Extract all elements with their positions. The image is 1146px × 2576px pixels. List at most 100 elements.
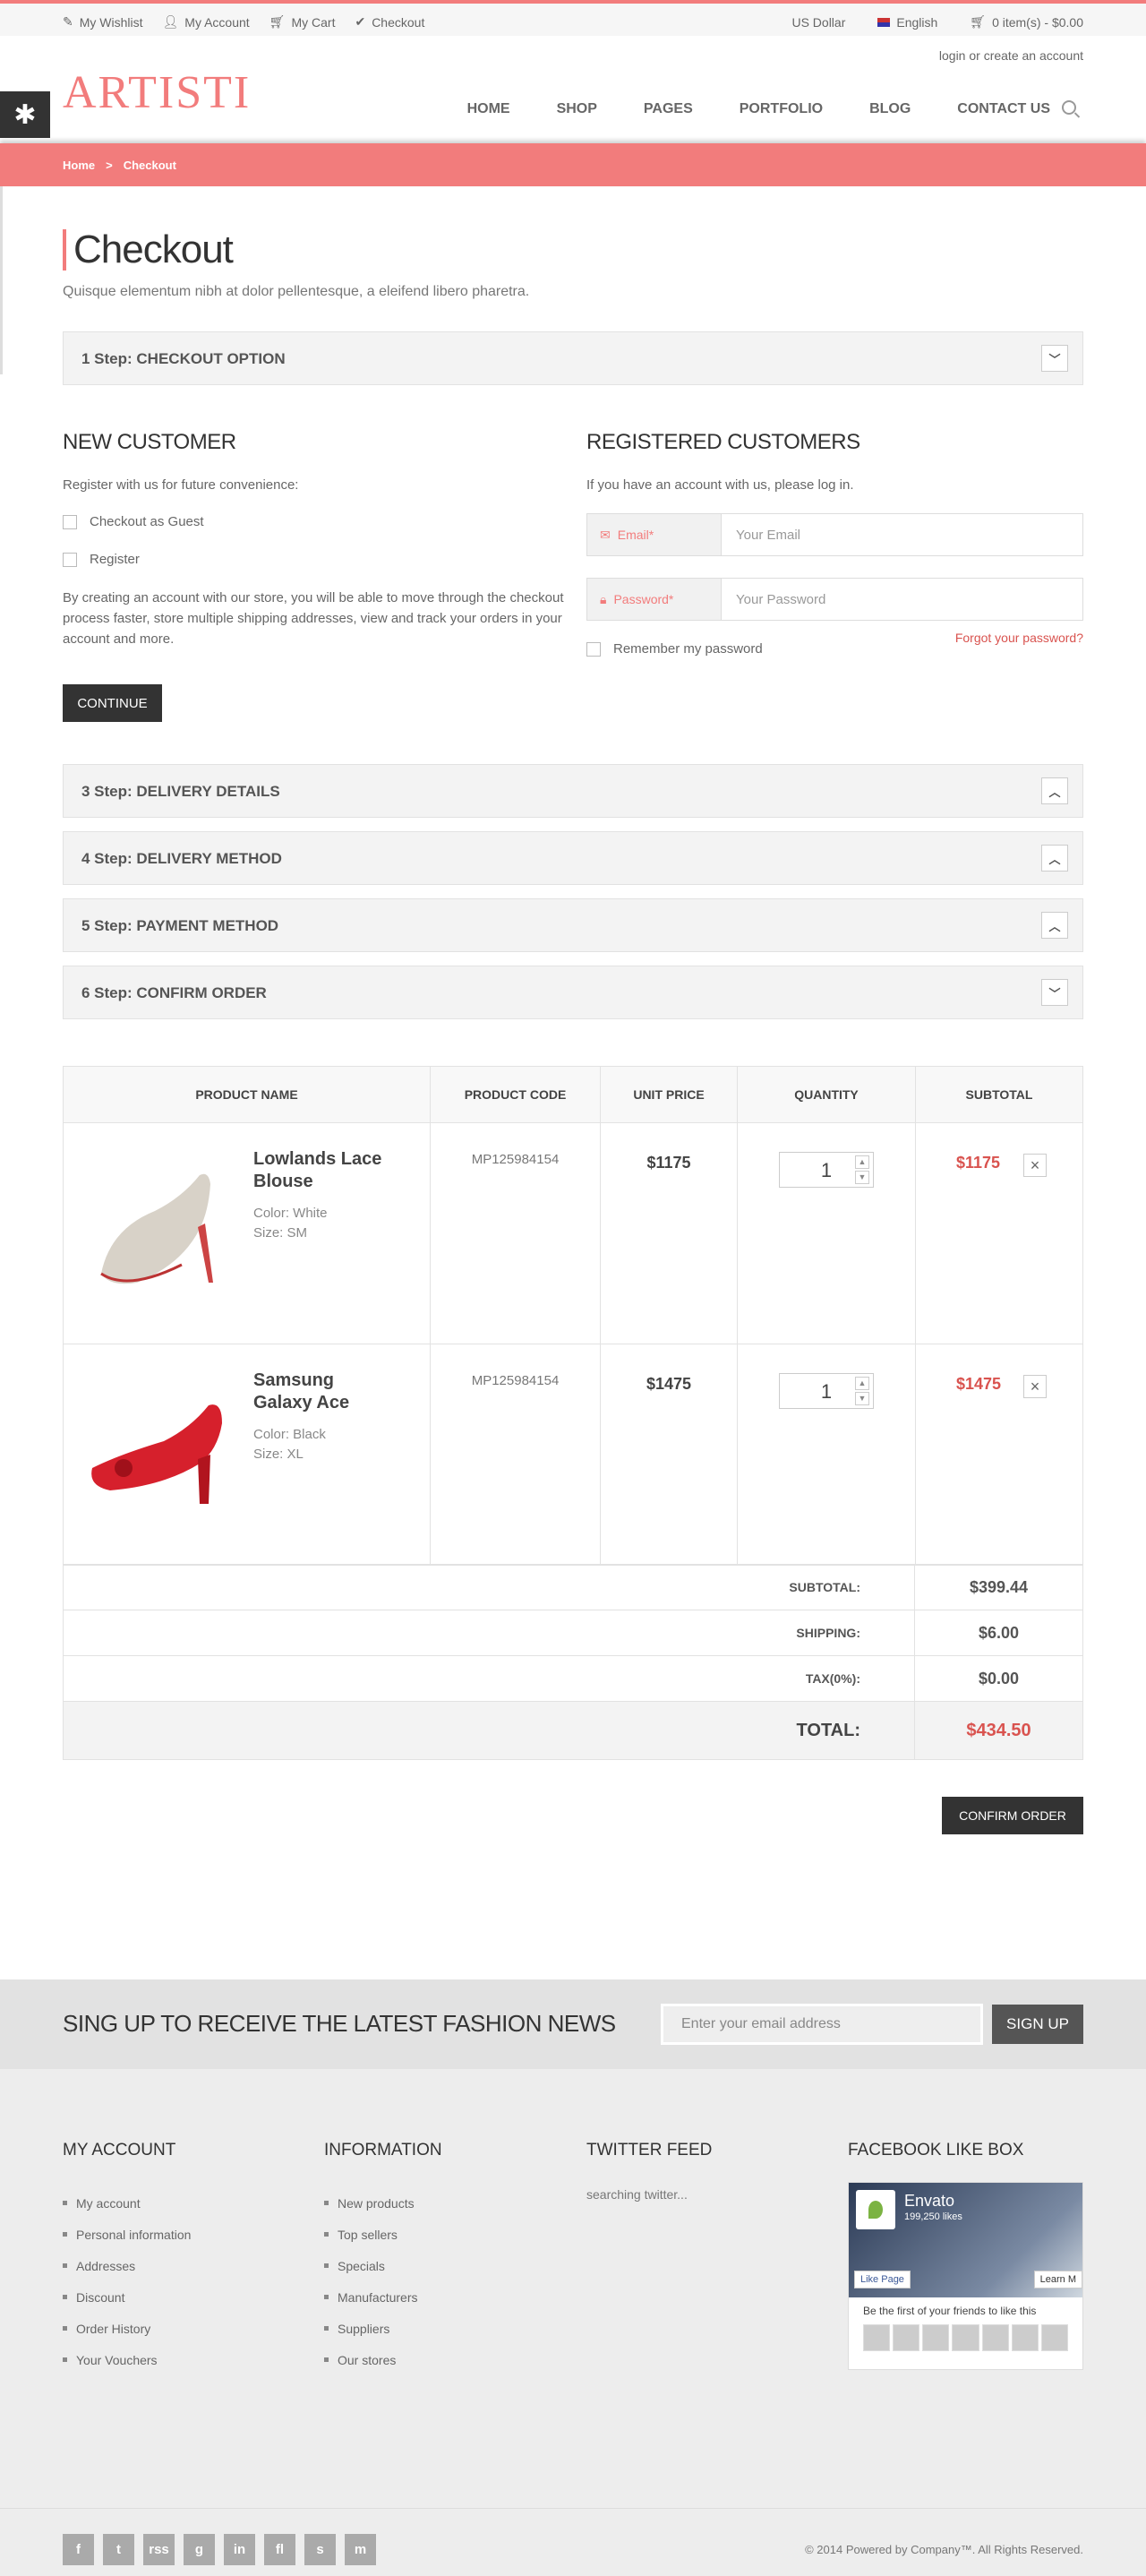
- checkbox[interactable]: [586, 641, 601, 657]
- currency-select[interactable]: US Dollar: [791, 14, 845, 30]
- nav-pages[interactable]: PAGES: [644, 101, 693, 117]
- footer-heading: TWITTER FEED: [586, 2141, 713, 2160]
- avatar[interactable]: [893, 2324, 920, 2351]
- password-field[interactable]: 🔒︎ Password* Your Password: [586, 578, 1083, 621]
- logo[interactable]: ARTISTI: [63, 70, 251, 116]
- product-size: Size: XL: [253, 1447, 304, 1462]
- twitter-status: searching twitter...: [586, 2187, 688, 2202]
- footer-link[interactable]: Discount: [63, 2281, 191, 2313]
- avatar[interactable]: [1040, 2324, 1068, 2351]
- step-checkout-option[interactable]: 1 Step: CHECKOUT OPTION ﹀: [63, 331, 1083, 385]
- nav-shop[interactable]: SHOP: [557, 101, 597, 117]
- mail-icon[interactable]: m: [345, 2534, 376, 2565]
- cart-summary[interactable]: 🛒︎ 0 item(s) - $0.00: [970, 14, 1083, 30]
- step-delivery-method[interactable]: 4 Step: DELIVERY METHOD ︿: [63, 831, 1083, 885]
- quantity-stepper[interactable]: 1 ▲ ▼: [779, 1152, 874, 1188]
- continue-button[interactable]: CONTINUE: [63, 684, 162, 722]
- email-field[interactable]: ✉ Email* Your Email: [586, 513, 1083, 556]
- facebook-icon[interactable]: f: [63, 2534, 94, 2565]
- footer-link[interactable]: Suppliers: [324, 2313, 442, 2344]
- my-account-link[interactable]: 👤︎ My Account: [163, 14, 250, 30]
- linkedin-icon[interactable]: in: [224, 2534, 255, 2565]
- register-checkbox[interactable]: Register: [63, 552, 140, 567]
- fb-like-button[interactable]: Like Page: [854, 2271, 911, 2288]
- avatar[interactable]: [922, 2324, 950, 2351]
- breadcrumb: Home > Checkout: [0, 143, 1146, 186]
- nav-blog[interactable]: BLOG: [869, 101, 911, 117]
- increment-icon[interactable]: ▲: [855, 1155, 869, 1169]
- product-name[interactable]: Samsung Galaxy Ace: [253, 1370, 388, 1414]
- nav-portfolio[interactable]: PORTFOLIO: [740, 101, 823, 117]
- avatar[interactable]: [952, 2324, 979, 2351]
- email-input[interactable]: Your Email: [722, 514, 1082, 555]
- fb-learn-more-button[interactable]: Learn M: [1033, 2271, 1082, 2288]
- forgot-password-link[interactable]: Forgot your password?: [955, 631, 1083, 645]
- footer-link[interactable]: Specials: [324, 2250, 442, 2281]
- footer-link[interactable]: Personal information: [63, 2219, 191, 2250]
- guest-checkbox[interactable]: Checkout as Guest: [63, 514, 204, 529]
- fb-friends-text: Be the first of your friends to like thi…: [863, 2305, 1037, 2317]
- avatar[interactable]: [863, 2324, 891, 2351]
- facebook-like-box[interactable]: Envato 199,250 likes Like Page Learn M B…: [848, 2182, 1083, 2370]
- checkout-link[interactable]: ✔ Checkout: [355, 14, 424, 30]
- decrement-icon[interactable]: ▼: [855, 1392, 869, 1405]
- facebook-cover: Envato 199,250 likes Like Page Learn M: [849, 2183, 1082, 2297]
- nav-home[interactable]: HOME: [467, 101, 510, 117]
- footer-link[interactable]: Your Vouchers: [63, 2344, 191, 2375]
- newsletter-title: SING UP TO RECEIVE THE LATEST FASHION NE…: [63, 2010, 616, 2037]
- step-confirm-order[interactable]: 6 Step: CONFIRM ORDER ﹀: [63, 966, 1083, 1019]
- avatar[interactable]: [1011, 2324, 1039, 2351]
- cart-icon: 🛒︎: [269, 14, 286, 29]
- footer: MY ACCOUNT My account Personal informati…: [0, 2069, 1146, 2508]
- chevron-up-icon[interactable]: ︿: [1041, 777, 1068, 804]
- my-cart-link[interactable]: 🛒︎ My Cart: [269, 14, 336, 30]
- remember-checkbox[interactable]: Remember my password: [586, 641, 763, 657]
- footer-link[interactable]: Top sellers: [324, 2219, 442, 2250]
- confirm-order-button[interactable]: CONFIRM ORDER: [942, 1797, 1083, 1834]
- item-subtotal: $1175: [956, 1154, 1001, 1172]
- product-image-white-shoe[interactable]: [74, 1148, 235, 1301]
- quantity-stepper[interactable]: 1 ▲ ▼: [779, 1373, 874, 1409]
- delicious-icon[interactable]: g: [184, 2534, 215, 2565]
- remove-item-icon[interactable]: ×: [1023, 1154, 1047, 1177]
- twitter-icon[interactable]: t: [103, 2534, 134, 2565]
- footer-link[interactable]: Our stores: [324, 2344, 442, 2375]
- decrement-icon[interactable]: ▼: [855, 1171, 869, 1184]
- checkbox[interactable]: [63, 552, 77, 567]
- footer-link[interactable]: Manufacturers: [324, 2281, 442, 2313]
- login-link[interactable]: login or create an account: [939, 48, 1083, 63]
- chevron-down-icon[interactable]: ﹀: [1041, 345, 1068, 372]
- remove-item-icon[interactable]: ×: [1023, 1375, 1047, 1398]
- language-select[interactable]: English: [877, 14, 937, 30]
- quantity-value[interactable]: 1: [821, 1159, 832, 1181]
- wishlist-link[interactable]: ✎ My Wishlist: [63, 14, 143, 30]
- quantity-value[interactable]: 1: [821, 1380, 832, 1403]
- password-input[interactable]: Your Password: [722, 579, 1082, 620]
- step-delivery-details[interactable]: 3 Step: DELIVERY DETAILS ︿: [63, 764, 1083, 818]
- search-icon[interactable]: [1062, 100, 1076, 115]
- step-payment-method[interactable]: 5 Step: PAYMENT METHOD ︿: [63, 898, 1083, 952]
- product-image-red-shoe[interactable]: [74, 1370, 235, 1522]
- chevron-down-icon[interactable]: ﹀: [1041, 979, 1068, 1006]
- newsletter-email-input[interactable]: Enter your email address: [661, 2004, 983, 2045]
- checkbox[interactable]: [63, 514, 77, 529]
- fb-page-name[interactable]: Envato: [904, 2192, 954, 2211]
- avatar[interactable]: [981, 2324, 1009, 2351]
- footer-link[interactable]: My account: [63, 2187, 191, 2219]
- chevron-up-icon[interactable]: ︿: [1041, 845, 1068, 872]
- flickr-icon[interactable]: fl: [264, 2534, 295, 2565]
- settings-gear-icon[interactable]: ✱: [0, 91, 50, 138]
- registered-title: REGISTERED CUSTOMERS: [586, 430, 860, 454]
- lock-icon: 🔒︎: [600, 591, 607, 606]
- sign-up-button[interactable]: SIGN UP: [992, 2005, 1083, 2044]
- rss-icon[interactable]: rss: [143, 2534, 175, 2565]
- breadcrumb-home[interactable]: Home: [63, 159, 95, 172]
- increment-icon[interactable]: ▲: [855, 1377, 869, 1390]
- nav-contact[interactable]: CONTACT US: [957, 101, 1050, 117]
- footer-link[interactable]: Order History: [63, 2313, 191, 2344]
- footer-link[interactable]: New products: [324, 2187, 442, 2219]
- skype-icon[interactable]: s: [304, 2534, 336, 2565]
- product-name[interactable]: Lowlands Lace Blouse: [253, 1148, 388, 1193]
- footer-link[interactable]: Addresses: [63, 2250, 191, 2281]
- chevron-up-icon[interactable]: ︿: [1041, 912, 1068, 939]
